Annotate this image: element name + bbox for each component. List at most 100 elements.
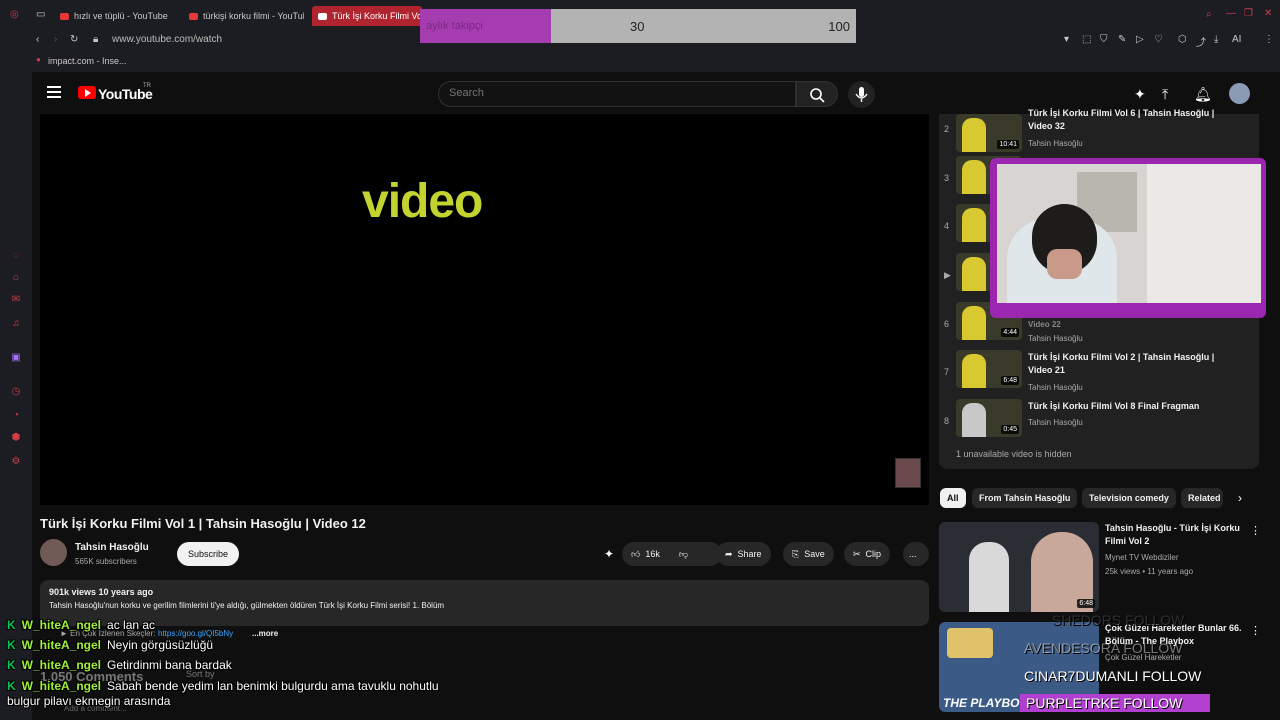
follower-goal-label: aylık takipçi [426, 20, 483, 32]
more-actions-button[interactable]: ... [903, 542, 929, 566]
play-icon[interactable]: ▷ [1136, 34, 1144, 45]
chip-all[interactable]: All [940, 488, 966, 508]
bookmark-impact[interactable]: impact.com - Inse... [48, 56, 127, 66]
share-icon[interactable]: ⤴ [1196, 34, 1206, 49]
maximize-icon[interactable]: ❐ [1244, 8, 1253, 19]
sidebar-cube-icon[interactable]: ⬢ [10, 432, 22, 444]
playlist-thumbnail[interactable]: 0:45 [956, 399, 1022, 437]
sidebar-twitch-icon[interactable]: ▣ [10, 352, 22, 364]
voice-search-button[interactable] [848, 81, 875, 108]
recommended-title[interactable]: Tahsin Hasoğlu - Türk İşi Korku Filmi Vo… [1105, 522, 1245, 548]
video-title: Türk İşi Korku Filmi Vol 1 | Tahsin Haso… [40, 516, 366, 531]
minimize-icon[interactable]: — [1226, 8, 1236, 19]
shield-icon[interactable]: ⛉ [1100, 34, 1108, 45]
kick-icon: K [7, 679, 16, 693]
opera-logo-icon[interactable]: ◎ [10, 9, 19, 20]
reload-icon[interactable]: ↻ [70, 34, 78, 45]
recommended-thumbnail[interactable]: 6:48 [939, 522, 1099, 612]
views-and-date: 901k views 10 years ago [49, 587, 154, 597]
extension-puzzle-icon[interactable]: ✦ [1134, 86, 1146, 103]
streamer-webcam [997, 164, 1261, 303]
youtube-favicon-icon [189, 12, 198, 20]
tab-3-active[interactable]: Türk İşi Korku Filmi Vol 1 [312, 6, 422, 26]
video-player[interactable] [40, 114, 929, 505]
sidebar-shop-icon[interactable]: ⌂ [10, 272, 22, 284]
playlist-item-channel: Tahsin Hasoğlu [1028, 383, 1083, 392]
playlist-current-indicator: ▶ [944, 270, 951, 280]
upload-icon[interactable]: ⤒ [1162, 86, 1168, 103]
search-input[interactable] [449, 87, 769, 99]
forward-icon[interactable]: › [54, 34, 57, 45]
extension-icon[interactable]: ✦ [604, 547, 614, 561]
clip-button[interactable]: ✂ Clip [844, 542, 891, 566]
channel-avatar[interactable] [40, 539, 67, 566]
chip-television-comedy[interactable]: Television comedy [1082, 488, 1176, 508]
save-button[interactable]: ⎘ Save [783, 542, 834, 566]
hamburger-menu-icon[interactable] [47, 86, 61, 98]
translate-icon[interactable]: ✎ [1118, 34, 1126, 45]
chevron-right-icon[interactable]: › [1238, 491, 1242, 505]
bookmark-icon[interactable]: ▾ [1064, 34, 1069, 45]
youtube-favicon-icon [60, 12, 69, 20]
sidebar-settings-icon[interactable]: ⚙ [10, 456, 22, 468]
chip-related[interactable]: Related [1181, 488, 1223, 508]
search-tabs-icon[interactable]: ⌕ [1206, 9, 1212, 20]
chat-message: K W_hiteA_ngel Getirdinmi bana bardak [7, 658, 232, 672]
playlist-thumbnail[interactable]: 10:41 [956, 114, 1022, 152]
sidebar-messenger-icon[interactable]: ✉ [10, 294, 22, 306]
dislike-icon[interactable]: 👎︎ [679, 549, 688, 560]
tab-2[interactable]: türkişi korku filmi - YouTube [189, 6, 304, 26]
chat-message: K W_hiteA_ngel ac lan ac [7, 618, 156, 632]
ai-icon[interactable]: AI [1232, 34, 1241, 45]
recommended-channel[interactable]: Mynet TV Webdiziler [1105, 553, 1179, 562]
download-icon[interactable]: ⤓ [1214, 34, 1218, 45]
search-box [438, 81, 796, 107]
like-dislike-group: 👍︎ 16k 👎︎ [622, 542, 722, 566]
playlist-item-title[interactable]: Video 22 [1028, 318, 1218, 331]
channel-name[interactable]: Tahsin Hasoğlu [75, 542, 149, 553]
recommended-meta: 25k views • 11 years ago [1105, 567, 1194, 576]
notifications-bell-icon[interactable]: 🔔︎ [1194, 86, 1212, 103]
tab-1[interactable]: hızlı ve tüplü - YouTube [60, 6, 180, 26]
follow-alert: AVENDESORA FOLLOW [1024, 640, 1183, 656]
subscribe-button[interactable]: Subscribe [177, 542, 239, 566]
bookmarks-bar: ● impact.com - Inse... [0, 52, 1280, 72]
url-field[interactable]: www.youtube.com/watch [112, 34, 222, 45]
like-icon[interactable]: 👍︎ [631, 549, 640, 560]
description-text: Tahsin Hasoğlu'nun korku ve gerilim film… [49, 601, 445, 610]
tab-overview-icon[interactable]: ▭ [36, 9, 45, 20]
sidebar-aria-icon[interactable]: ◌ [10, 250, 22, 262]
like-count[interactable]: 16k [645, 549, 660, 559]
account-avatar[interactable] [1229, 83, 1250, 104]
playlist-item-title[interactable]: Türk İşi Korku Filmi Vol 8 Final Fragman [1028, 400, 1218, 413]
show-more-link[interactable]: ...more [252, 629, 278, 638]
snapshot-icon[interactable]: ⬚ [1082, 34, 1091, 45]
lock-icon: 🔒︎ [93, 34, 99, 45]
close-icon[interactable]: ✕ [1264, 8, 1272, 19]
sidebar-music-icon[interactable]: ♫ [10, 318, 22, 330]
chip-from-channel[interactable]: From Tahsin Hasoğlu [972, 488, 1078, 508]
sidebar-clock-icon[interactable]: ◔ [10, 410, 22, 422]
menu-dots-icon[interactable]: ⋮ [1264, 34, 1274, 45]
search-button[interactable] [796, 81, 838, 107]
save-icon: ⎘ [792, 548, 800, 559]
share-icon: ➦ [725, 548, 733, 559]
extensions-icon[interactable]: ⬡ [1178, 34, 1187, 45]
playlist-item-title[interactable]: Türk İşi Korku Filmi Vol 2 | Tahsin Haso… [1028, 351, 1218, 377]
youtube-favicon-icon [318, 12, 327, 20]
heart-icon[interactable]: ♡ [1154, 34, 1163, 45]
more-options-icon[interactable]: ⋮ [1250, 524, 1261, 537]
youtube-play-icon [85, 89, 91, 97]
playlist-thumbnail[interactable]: 6:48 [956, 350, 1022, 388]
hidden-videos-note: 1 unavailable video is hidden [956, 449, 1072, 459]
kick-icon: K [7, 618, 16, 632]
back-icon[interactable]: ‹ [36, 34, 39, 45]
kick-icon: K [7, 638, 16, 652]
channel-watermark[interactable] [895, 458, 921, 488]
more-options-icon[interactable]: ⋮ [1250, 624, 1261, 637]
share-button[interactable]: ➦ Share [716, 542, 771, 566]
description-link[interactable]: https://goo.gl/QI5bNy [158, 629, 233, 638]
sidebar-history-icon[interactable]: ◷ [10, 386, 22, 398]
playlist-item-title[interactable]: Türk İşi Korku Filmi Vol 6 | Tahsin Haso… [1028, 107, 1218, 133]
clip-icon: ✂ [853, 548, 861, 559]
